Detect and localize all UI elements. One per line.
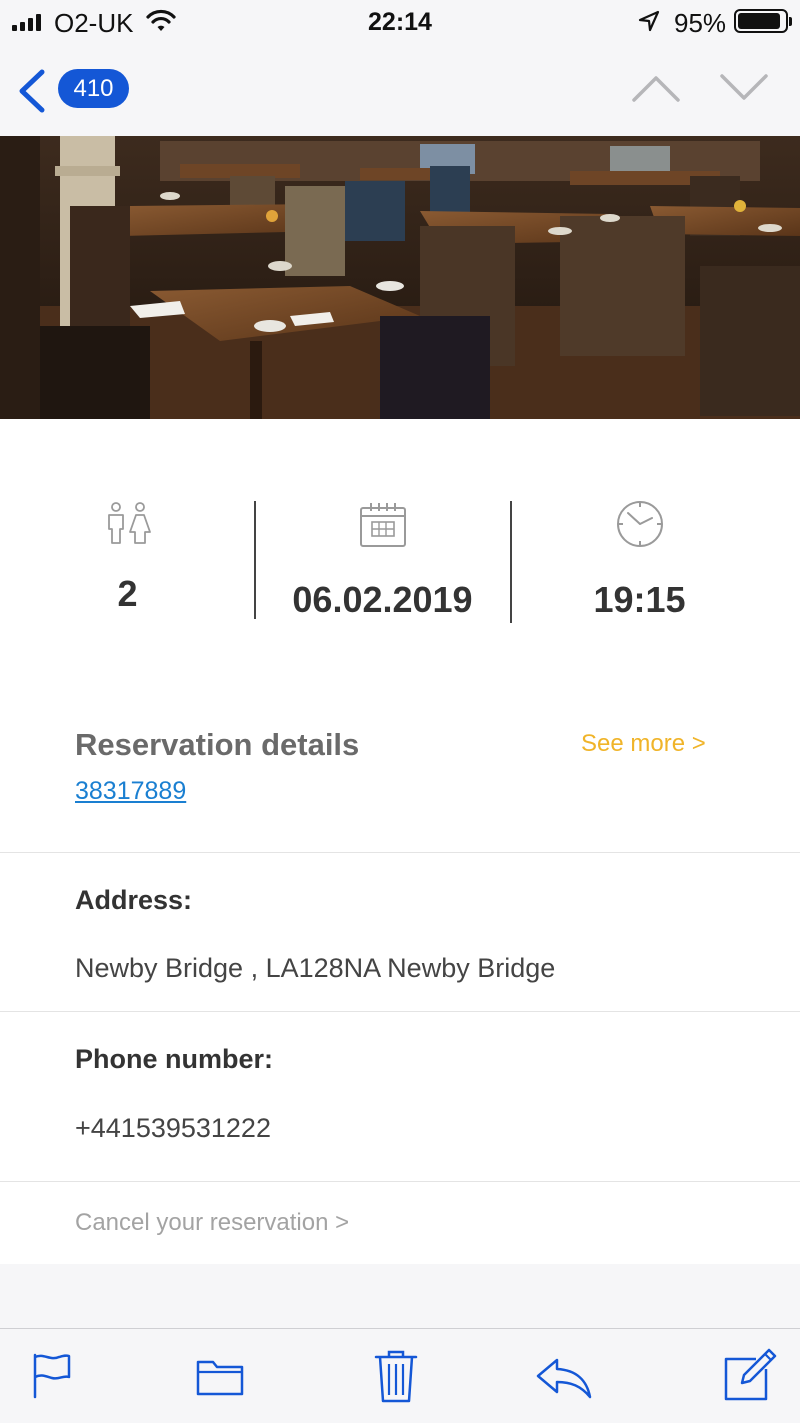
date-stat: 06.02.2019 — [255, 499, 510, 629]
section-divider — [0, 852, 800, 853]
address-label: Address: — [75, 885, 193, 915]
compose-icon[interactable] — [722, 1347, 778, 1403]
reservation-card: 2 06.02.2019 19:15 Reservation details S… — [0, 419, 800, 1264]
calendar-icon — [359, 503, 406, 547]
clock-icon — [616, 501, 663, 547]
restaurant-photo — [0, 136, 800, 419]
back-button-count[interactable]: 410 — [58, 69, 129, 108]
location-arrow-icon — [638, 10, 660, 32]
time-stat: 19:15 — [512, 499, 767, 629]
stat-divider — [254, 501, 256, 619]
guest-count: 2 — [117, 573, 138, 614]
back-chevron-icon[interactable] — [14, 68, 48, 114]
mail-toolbar — [0, 1328, 800, 1423]
reservation-summary: 2 06.02.2019 19:15 — [0, 499, 800, 629]
trash-icon[interactable] — [374, 1349, 418, 1403]
flag-icon[interactable] — [32, 1353, 72, 1399]
nav-bar: 410 — [0, 44, 800, 136]
section-divider — [0, 1011, 800, 1012]
stat-divider — [510, 501, 512, 623]
see-more-link[interactable]: See more > — [581, 730, 706, 758]
phone-value[interactable]: +441539531222 — [75, 1113, 271, 1144]
folder-icon[interactable] — [196, 1357, 244, 1397]
next-message-icon[interactable] — [720, 72, 768, 104]
status-bar: O2-UK 22:14 95% — [0, 0, 800, 44]
previous-message-icon[interactable] — [632, 72, 680, 104]
reply-icon[interactable] — [535, 1357, 593, 1399]
cancel-reservation-link[interactable]: Cancel your reservation > — [75, 1209, 349, 1237]
reservation-details-title: Reservation details — [75, 727, 360, 762]
address-value: Newby Bridge , LA128NA Newby Bridge — [75, 953, 556, 983]
phone-label: Phone number: — [75, 1044, 274, 1074]
reservation-number-link[interactable]: 38317889 — [75, 777, 186, 806]
battery-icon — [734, 9, 792, 33]
battery-percent: 95% — [674, 8, 727, 38]
reservation-time: 19:15 — [593, 579, 686, 620]
reservation-date: 06.02.2019 — [292, 579, 473, 620]
guests-stat: 2 — [0, 499, 255, 629]
guests-icon — [107, 502, 151, 544]
section-divider — [0, 1181, 800, 1182]
